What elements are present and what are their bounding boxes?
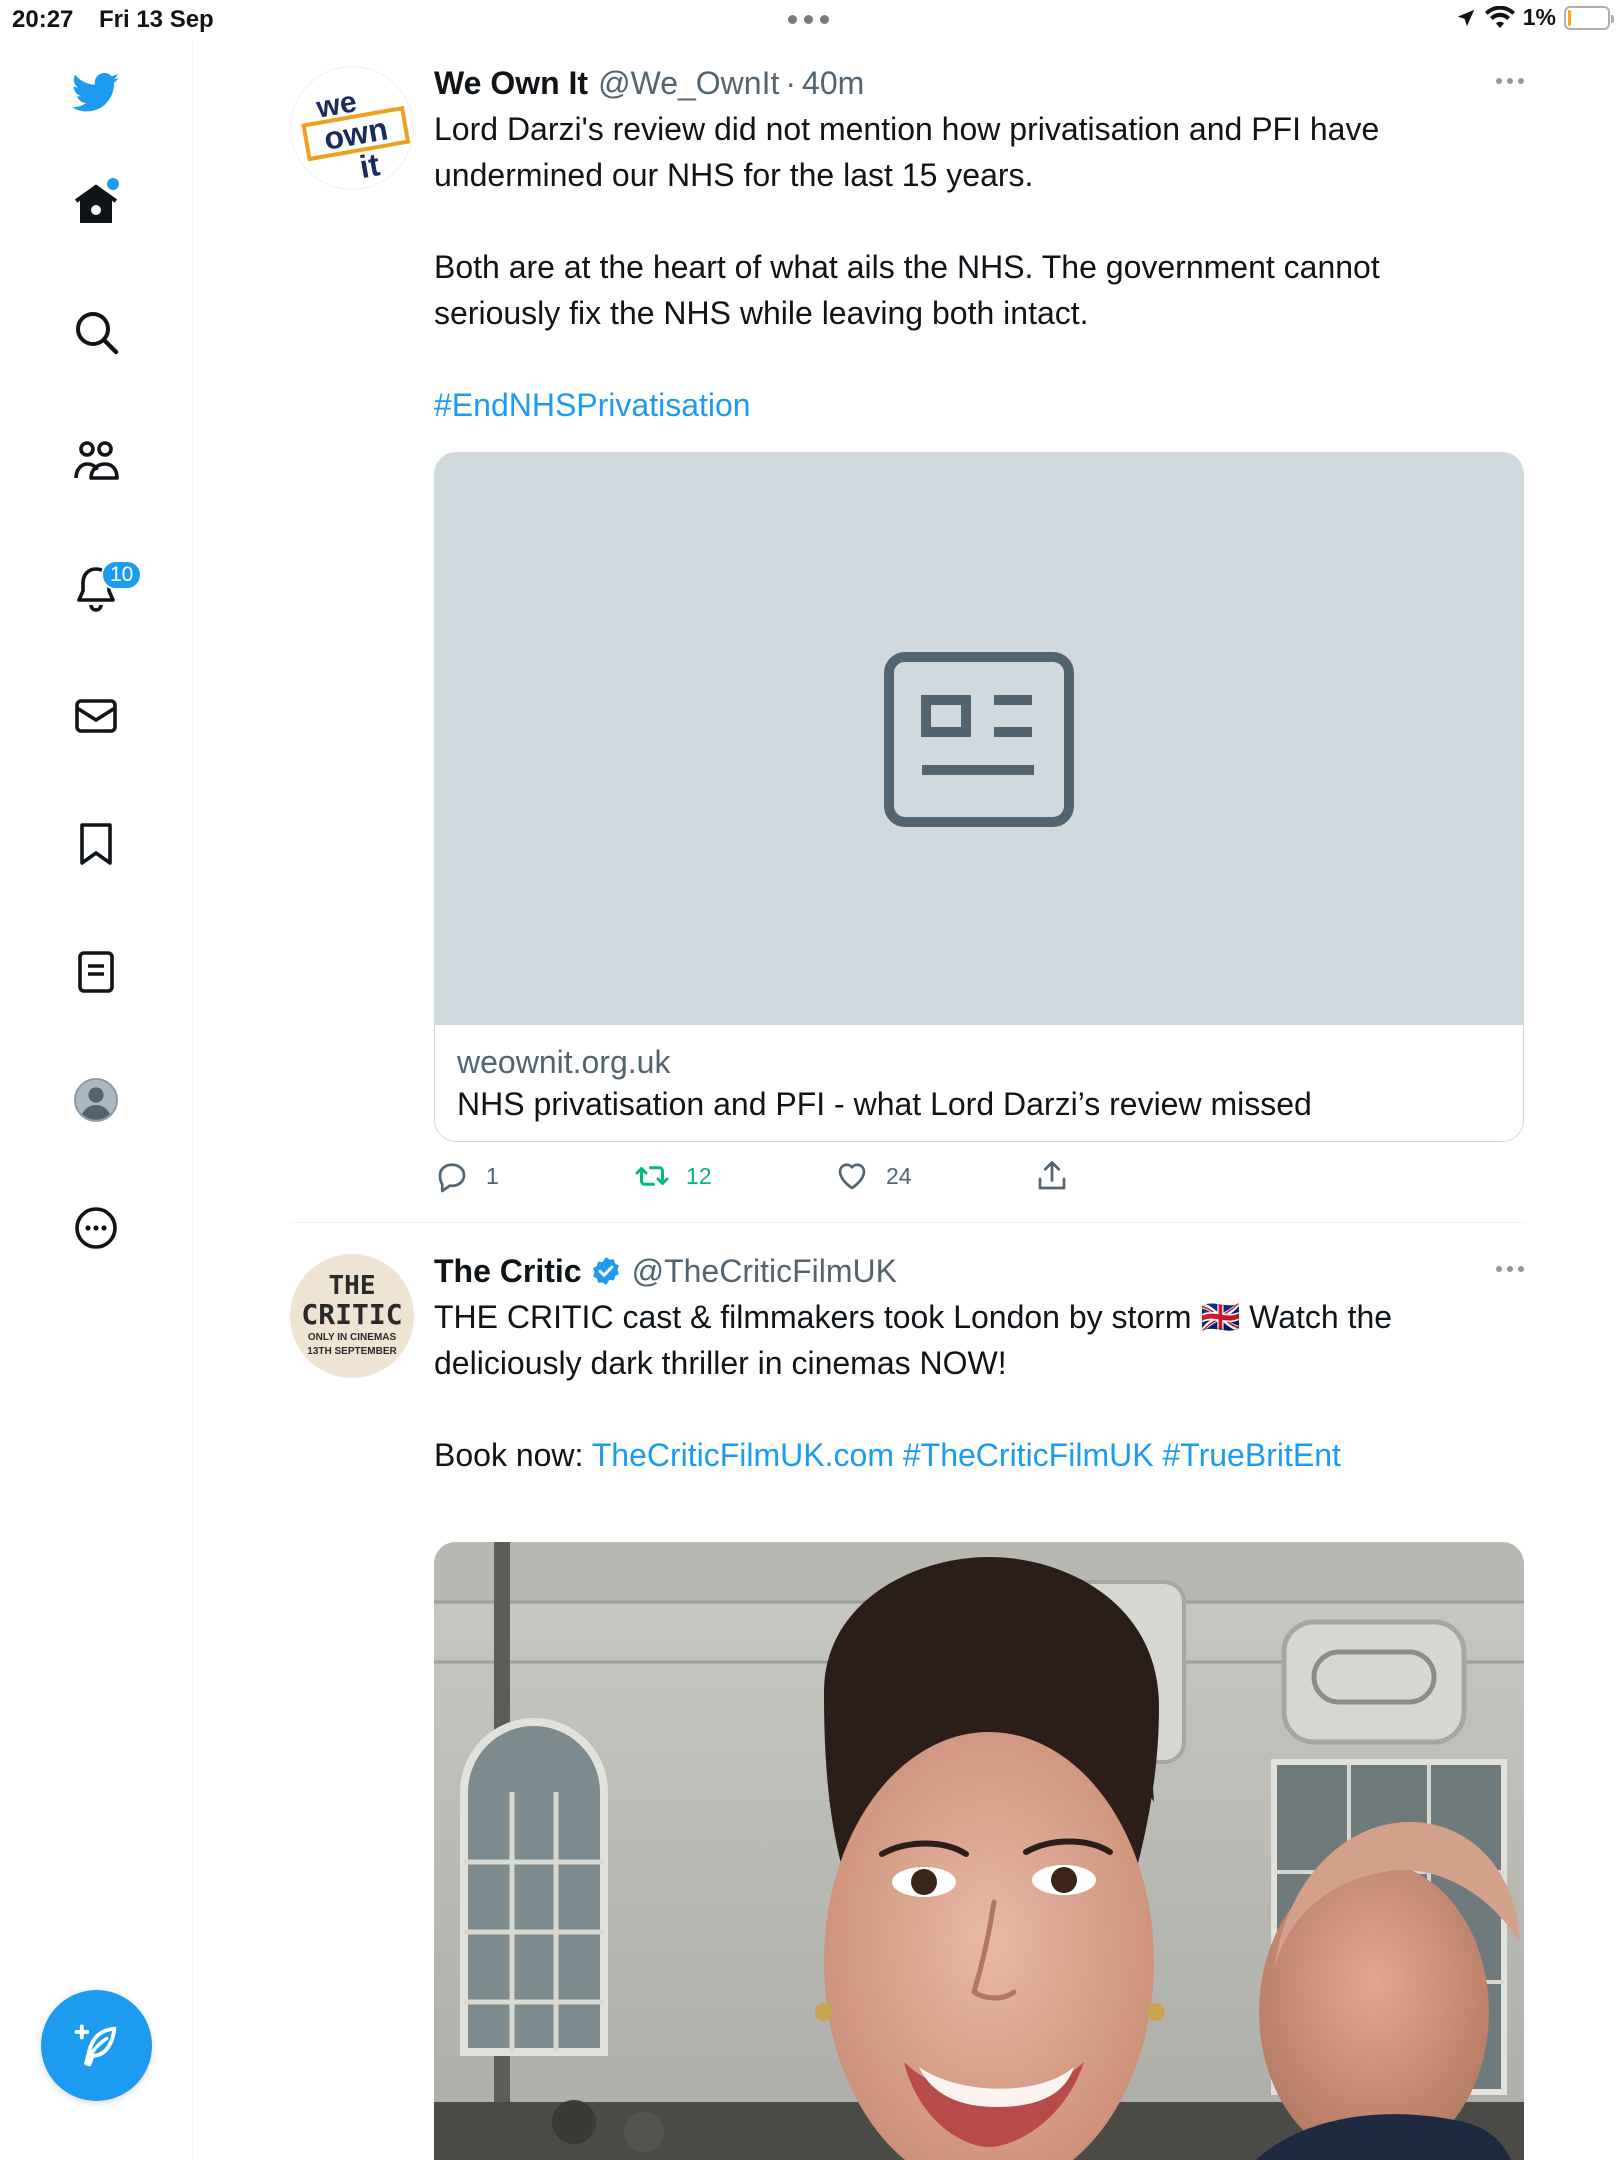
search-icon [76, 312, 119, 355]
status-time: 20:27 [12, 6, 74, 33]
sidebar-item-bookmarks[interactable] [60, 808, 132, 880]
user-handle[interactable]: @We_OwnIt [598, 65, 779, 102]
website-link[interactable]: TheCriticFilmUK.com [592, 1437, 894, 1473]
mail-icon [75, 699, 117, 733]
multitasking-dots-icon[interactable] [788, 15, 829, 24]
profile-avatar-icon [74, 1078, 118, 1122]
sidebar-item-search[interactable] [60, 296, 132, 368]
avatar-text-line: THE [329, 1271, 376, 1301]
card-domain: weownit.org.uk [457, 1044, 671, 1080]
avatar[interactable]: we own it [290, 66, 414, 190]
tweet-text: Lord Darzi's review did not mention how … [434, 106, 1524, 428]
tweet-text-line: undermined our NHS for the last 15 years… [434, 157, 1034, 193]
hashtag-link[interactable]: #EndNHSPrivatisation [434, 382, 1524, 428]
sidebar-item-home[interactable] [60, 169, 132, 241]
sidebar-item-messages[interactable] [60, 680, 132, 752]
more-circle-icon [75, 1207, 117, 1249]
verified-badge-icon [592, 1257, 619, 1285]
card-title: NHS privatisation and PFI - what Lord Da… [457, 1086, 1312, 1122]
tweet-more-icon[interactable] [1496, 1266, 1524, 1272]
sidebar-item-more[interactable] [60, 1192, 132, 1264]
tweet-actions: 1 12 24 [434, 1154, 1234, 1198]
card-media [435, 453, 1523, 1025]
tweet-text-line [434, 336, 1524, 382]
battery-icon [1564, 5, 1614, 30]
tweet-text-line: seriously fix the NHS while leaving both… [434, 295, 1089, 331]
compose-tweet-button[interactable] [41, 1990, 152, 2101]
article-placeholder-icon [884, 651, 1074, 827]
link-preview-card[interactable]: weownit.org.uk NHS privatisation and PFI… [434, 452, 1524, 1142]
retweet-icon [635, 1166, 669, 1186]
sidebar-item-lists[interactable] [60, 936, 132, 1008]
tweet-text-line [434, 198, 1524, 244]
tweet-text: THE CRITIC cast & filmmakers took London… [434, 1294, 1524, 1478]
we-own-it-logo: we own it [301, 85, 411, 185]
separator: · [785, 64, 797, 101]
tweet-text-line: THE CRITIC cast & filmmakers took London… [434, 1299, 1393, 1335]
tweet-header: The Critic @TheCriticFilmUK [434, 1248, 1524, 1294]
tweet-timestamp[interactable]: 40m [802, 65, 864, 102]
bookmark-icon [80, 823, 112, 865]
status-bar: 20:27 Fri 13 Sep 1% [0, 0, 1620, 40]
like-count: 24 [886, 1162, 912, 1189]
sidebar-item-notifications[interactable]: 10 [60, 552, 143, 624]
avatar-text-line: 13TH SEPTEMBER [307, 1346, 397, 1357]
retweet-count: 12 [686, 1162, 712, 1189]
tweet-more-icon[interactable] [1496, 78, 1524, 84]
tweet[interactable]: THE CRITIC ONLY IN CINEMAS 13TH SEPTEMBE… [290, 1224, 1524, 2160]
notifications-badge: 10 [101, 560, 143, 590]
like-button[interactable]: 24 [834, 1158, 1034, 1194]
sidebar-item-communities[interactable] [60, 424, 132, 496]
tweet[interactable]: we own it We Own It @We_OwnIt · 40m Lord… [290, 40, 1524, 1223]
tweet-header: We Own It @We_OwnIt · 40m [434, 60, 1524, 106]
status-indicators: 1% [1455, 4, 1614, 31]
avatar[interactable]: THE CRITIC ONLY IN CINEMAS 13TH SEPTEMBE… [290, 1254, 414, 1378]
heart-icon [838, 1163, 866, 1190]
display-name[interactable]: We Own It [434, 65, 588, 102]
compose-feather-icon [73, 2024, 116, 2066]
share-icon [1038, 1161, 1066, 1190]
reply-icon [438, 1163, 466, 1193]
share-button[interactable] [1034, 1158, 1234, 1194]
avatar-text-line: it [357, 146, 383, 185]
hashtag-link[interactable]: #TheCriticFilmUK [903, 1437, 1154, 1473]
premiere-photo [434, 1542, 1524, 2160]
retweet-button[interactable]: 12 [634, 1158, 834, 1194]
reply-button[interactable]: 1 [434, 1158, 634, 1194]
display-name[interactable]: The Critic [434, 1253, 582, 1290]
sidebar-nav: 10 [0, 40, 193, 2160]
location-arrow-icon [1457, 9, 1474, 26]
tweet-text-line: Book now: TheCriticFilmUK.com #TheCritic… [434, 1432, 1524, 1478]
sidebar-item-profile[interactable] [60, 1064, 132, 1136]
the-critic-logo: THE CRITIC ONLY IN CINEMAS 13TH SEPTEMBE… [301, 1271, 402, 1357]
battery-percentage: 1% [1522, 4, 1556, 30]
avatar-text-line: ONLY IN CINEMAS [308, 1332, 397, 1343]
tweet-text-line: Lord Darzi's review did not mention how … [434, 111, 1380, 147]
card-info: weownit.org.uk NHS privatisation and PFI… [435, 1025, 1523, 1141]
avatar-text-line: CRITIC [301, 1298, 402, 1331]
lists-icon [78, 951, 114, 993]
tweet-text-line: deliciously dark thriller in cinemas NOW… [434, 1345, 1007, 1381]
tweet-media-image[interactable] [434, 1542, 1524, 2160]
hashtag-link[interactable]: #TrueBritEnt [1162, 1437, 1340, 1473]
status-date: Fri 13 Sep [99, 6, 214, 33]
reply-count: 1 [486, 1162, 499, 1189]
wifi-icon [1484, 5, 1515, 28]
tweet-divider [290, 1222, 1524, 1223]
user-handle[interactable]: @TheCriticFilmUK [632, 1253, 897, 1290]
tweet-text-line: Both are at the heart of what ails the N… [434, 249, 1380, 285]
tweet-text-line [434, 1386, 1524, 1432]
communities-icon [74, 441, 119, 480]
book-now-label: Book now: [434, 1437, 584, 1473]
unread-dot [107, 178, 119, 190]
twitter-logo-icon[interactable] [60, 56, 132, 128]
